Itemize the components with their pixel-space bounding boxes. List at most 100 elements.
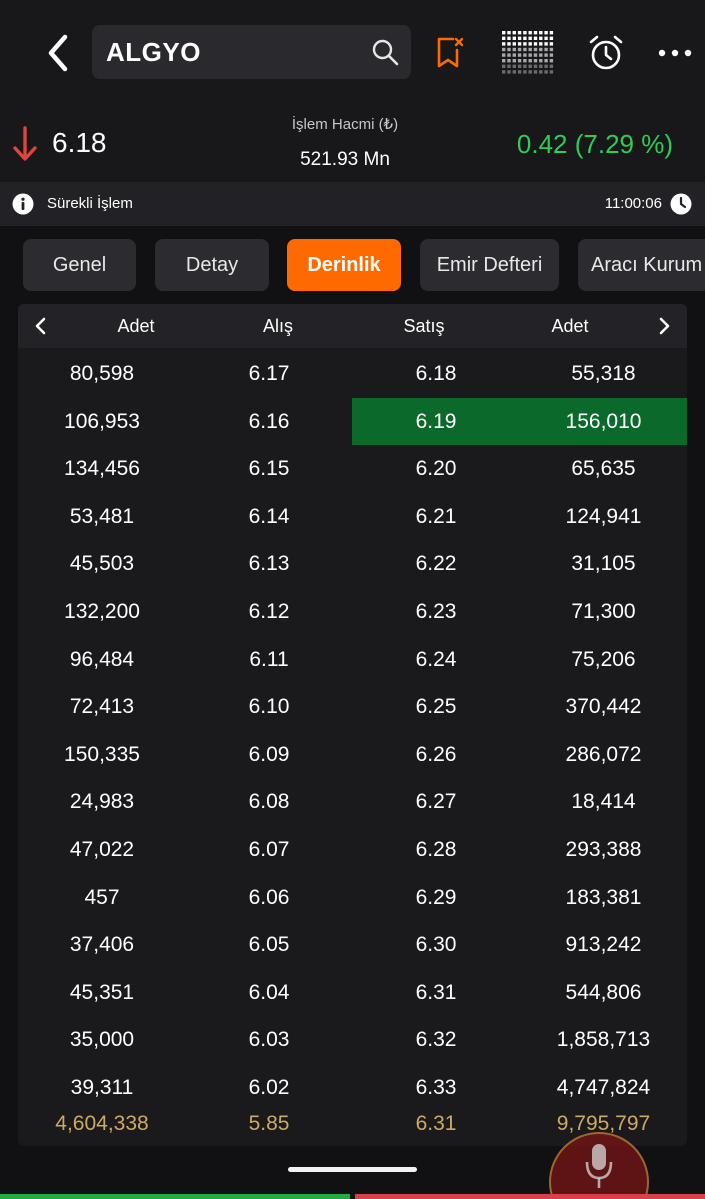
alarm-button[interactable] xyxy=(583,30,629,76)
symbol-search-field[interactable]: ALGYO xyxy=(92,25,411,79)
bid-qty-cell[interactable]: 132,200 xyxy=(18,588,186,636)
home-indicator[interactable] xyxy=(288,1167,417,1172)
bid-qty-cell[interactable]: 45,503 xyxy=(18,540,186,588)
depth-row[interactable]: 45,503 6.13 6.22 31,105 xyxy=(18,540,687,588)
ask-price-cell[interactable]: 6.27 xyxy=(352,778,520,826)
bid-qty-cell[interactable]: 24,983 xyxy=(18,778,186,826)
bid-price-cell[interactable]: 6.16 xyxy=(186,398,352,446)
bid-qty-cell[interactable]: 45,351 xyxy=(18,969,186,1017)
bid-qty-cell[interactable]: 80,598 xyxy=(18,350,186,398)
ask-qty-cell[interactable]: 183,381 xyxy=(520,874,687,922)
ask-price-cell[interactable]: 6.32 xyxy=(352,1016,520,1064)
ask-price-cell[interactable]: 6.29 xyxy=(352,874,520,922)
search-icon[interactable] xyxy=(371,38,399,66)
depth-row[interactable]: 150,335 6.09 6.26 286,072 xyxy=(18,731,687,779)
tab-detay[interactable]: Detay xyxy=(155,239,269,291)
sell-bar[interactable] xyxy=(355,1194,705,1199)
depth-row[interactable]: 80,598 6.17 6.18 55,318 xyxy=(18,350,687,398)
bid-qty-cell[interactable]: 47,022 xyxy=(18,826,186,874)
bid-price-cell[interactable]: 6.08 xyxy=(186,778,352,826)
ask-qty-cell[interactable]: 544,806 xyxy=(520,969,687,1017)
ask-price-cell[interactable]: 6.20 xyxy=(352,445,520,493)
depth-row[interactable]: 37,406 6.05 6.30 913,242 xyxy=(18,921,687,969)
depth-row[interactable]: 457 6.06 6.29 183,381 xyxy=(18,874,687,922)
tab-genel[interactable]: Genel xyxy=(23,239,136,291)
bid-qty-cell[interactable]: 134,456 xyxy=(18,445,186,493)
ask-price-cell[interactable]: 6.31 xyxy=(352,969,520,1017)
depth-row[interactable]: 134,456 6.15 6.20 65,635 xyxy=(18,445,687,493)
ask-price-cell[interactable]: 6.25 xyxy=(352,683,520,731)
ask-qty-cell[interactable]: 65,635 xyxy=(520,445,687,493)
ask-qty-cell[interactable]: 286,072 xyxy=(520,731,687,779)
bid-price-cell[interactable]: 6.07 xyxy=(186,826,352,874)
bid-price-cell[interactable]: 6.05 xyxy=(186,921,352,969)
bid-price-cell[interactable]: 6.12 xyxy=(186,588,352,636)
depth-row[interactable]: 47,022 6.07 6.28 293,388 xyxy=(18,826,687,874)
ask-qty-cell[interactable]: 156,010 xyxy=(520,398,687,446)
back-button[interactable] xyxy=(38,30,78,76)
ask-price-cell[interactable]: 6.23 xyxy=(352,588,520,636)
tab-araci-kurum[interactable]: Aracı Kurum xyxy=(578,239,705,291)
depth-row[interactable]: 35,000 6.03 6.32 1,858,713 xyxy=(18,1016,687,1064)
bid-price-cell[interactable]: 6.13 xyxy=(186,540,352,588)
watchlist-remove-button[interactable] xyxy=(426,30,472,76)
bid-price-cell[interactable]: 6.15 xyxy=(186,445,352,493)
bid-qty-cell[interactable]: 39,311 xyxy=(18,1064,186,1112)
ask-qty-cell[interactable]: 1,858,713 xyxy=(520,1016,687,1064)
ask-qty-cell[interactable]: 370,442 xyxy=(520,683,687,731)
ask-qty-cell[interactable]: 55,318 xyxy=(520,350,687,398)
depth-row[interactable]: 132,200 6.12 6.23 71,300 xyxy=(18,588,687,636)
ask-price-cell[interactable]: 6.30 xyxy=(352,921,520,969)
ask-price-cell[interactable]: 6.18 xyxy=(352,350,520,398)
ask-qty-cell[interactable]: 75,206 xyxy=(520,636,687,684)
bid-qty-cell[interactable]: 96,484 xyxy=(18,636,186,684)
depth-row[interactable]: 24,983 6.08 6.27 18,414 xyxy=(18,778,687,826)
bid-qty-cell[interactable]: 53,481 xyxy=(18,493,186,541)
bid-price-cell[interactable]: 6.14 xyxy=(186,493,352,541)
ask-qty-cell[interactable]: 4,747,824 xyxy=(520,1064,687,1112)
ask-qty-cell[interactable]: 124,941 xyxy=(520,493,687,541)
bid-qty-cell[interactable]: 150,335 xyxy=(18,731,186,779)
info-icon[interactable] xyxy=(12,193,34,215)
ask-qty-cell[interactable]: 293,388 xyxy=(520,826,687,874)
bid-qty-cell[interactable]: 35,000 xyxy=(18,1016,186,1064)
bid-qty-cell[interactable]: 457 xyxy=(18,874,186,922)
depth-row[interactable]: 45,351 6.04 6.31 544,806 xyxy=(18,969,687,1017)
bid-price-cell[interactable]: 6.03 xyxy=(186,1016,352,1064)
ask-qty-cell[interactable]: 31,105 xyxy=(520,540,687,588)
bid-price-cell[interactable]: 6.17 xyxy=(186,350,352,398)
depth-row[interactable]: 39,311 6.02 6.33 4,747,824 xyxy=(18,1064,687,1112)
bid-qty-cell[interactable]: 37,406 xyxy=(18,921,186,969)
ask-price-cell[interactable]: 6.28 xyxy=(352,826,520,874)
buy-bar[interactable] xyxy=(0,1194,350,1199)
depth-row[interactable]: 96,484 6.11 6.24 75,206 xyxy=(18,636,687,684)
ask-price-cell[interactable]: 6.19 xyxy=(352,398,520,446)
ask-price-cell[interactable]: 6.33 xyxy=(352,1064,520,1112)
symbol-search-value[interactable]: ALGYO xyxy=(106,25,201,79)
bid-price-cell[interactable]: 6.11 xyxy=(186,636,352,684)
depth-row[interactable]: 53,481 6.14 6.21 124,941 xyxy=(18,493,687,541)
bid-price-cell[interactable]: 6.02 xyxy=(186,1064,352,1112)
ask-qty-cell[interactable]: 18,414 xyxy=(520,778,687,826)
total-ask: 6.31 xyxy=(415,1112,457,1135)
bid-qty-cell[interactable]: 106,953 xyxy=(18,398,186,446)
depth-row[interactable]: 106,953 6.16 6.19 156,010 xyxy=(18,397,687,446)
bid-qty-cell[interactable]: 72,413 xyxy=(18,683,186,731)
ask-price-cell[interactable]: 6.26 xyxy=(352,731,520,779)
more-options-button[interactable] xyxy=(652,30,698,76)
bid-price-cell[interactable]: 6.06 xyxy=(186,874,352,922)
ask-price-cell[interactable]: 6.22 xyxy=(352,540,520,588)
ask-qty-cell[interactable]: 913,242 xyxy=(520,921,687,969)
ask-price-cell[interactable]: 6.24 xyxy=(352,636,520,684)
bid-price-cell[interactable]: 6.09 xyxy=(186,731,352,779)
ask-price-cell[interactable]: 6.21 xyxy=(352,493,520,541)
chevron-right-icon[interactable] xyxy=(652,314,676,338)
bid-price-cell[interactable]: 6.10 xyxy=(186,683,352,731)
chevron-left-icon[interactable] xyxy=(29,314,53,338)
tab-derinlik[interactable]: Derinlik xyxy=(287,239,401,291)
tab-emir-defteri[interactable]: Emir Defteri xyxy=(420,239,559,291)
bid-price-cell[interactable]: 6.04 xyxy=(186,969,352,1017)
depth-row[interactable]: 72,413 6.10 6.25 370,442 xyxy=(18,683,687,731)
ask-qty-cell[interactable]: 71,300 xyxy=(520,588,687,636)
heatmap-button[interactable] xyxy=(498,30,558,76)
